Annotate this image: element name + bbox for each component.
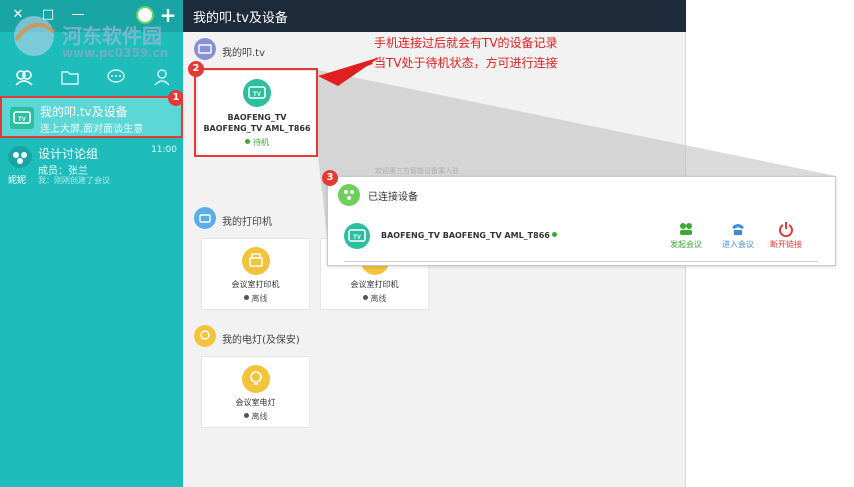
start-meeting-label: 发起会议 [670, 240, 702, 249]
annotation-line-2: 当TV处于待机状态，方可进行连接 [374, 56, 558, 70]
printer-name: 会议室打印机 [231, 280, 280, 289]
connected-devices-popup: 已连接设备 TV BAOFENG_TV BAOFENG_TV AML_T866 … [327, 176, 836, 266]
tab-contacts[interactable] [14, 68, 34, 86]
section-label-light: 我的电灯(及保安) [222, 335, 300, 346]
tv-section-icon [194, 38, 216, 60]
start-meeting-button[interactable]: 发起会议 [666, 221, 706, 250]
printer-status: 离线 [321, 293, 428, 304]
printer-section-icon [194, 207, 216, 229]
tab-files[interactable] [60, 68, 80, 86]
tab-messages[interactable] [106, 68, 126, 86]
step-badge-1: 1 [168, 90, 184, 106]
svg-text:TV: TV [353, 235, 361, 241]
chat-icon [107, 69, 125, 83]
power-icon [779, 222, 793, 237]
light-section-icon [194, 325, 216, 347]
connected-icon [338, 184, 360, 206]
sidebar-item-title: 设计讨论组 [38, 147, 99, 161]
printer-status: 离线 [202, 293, 309, 304]
sidebar: ✕ □ — + TV 我的叩.tv及设备 连上大屏,面对面谈生意 1 设计讨论组… [0, 0, 184, 487]
person-icon [154, 69, 170, 86]
tv-icon: TV [10, 107, 34, 129]
status-dot [243, 413, 249, 418]
folder-icon [61, 71, 79, 85]
popup-divider [344, 261, 818, 262]
page-title: 我的叩.tv及设备 [193, 11, 288, 26]
tv-icon: TV [344, 223, 370, 249]
sidebar-item-preview: 我：刚刚创建了会议 [38, 176, 110, 185]
join-meeting-icon [732, 224, 744, 235]
group-icon [8, 146, 32, 168]
printer-name: 会议室打印机 [350, 280, 399, 289]
sidebar-item-design-group[interactable]: 设计讨论组 11:00 成员：张兰 我：刚刚创建了会议 妮妮 [0, 140, 183, 186]
status-dot [551, 232, 557, 237]
connected-device-name: BAOFENG_TV BAOFENG_TV AML_T866 [381, 231, 560, 240]
welcome-text: 欢迎第三方智能设备乘入驻 [375, 167, 459, 175]
sidebar-item-title: 我的叩.tv及设备 [40, 105, 128, 119]
watermark-url: www.pc0359.cn [62, 46, 169, 60]
watermark-title: 河东软件园 [62, 24, 162, 48]
sidebar-item-time: 11:00 [151, 145, 177, 155]
join-meeting-label: 进入会议 [722, 240, 754, 249]
printer-card[interactable]: 会议室打印机 离线 [201, 238, 310, 310]
sidebar-item-owner: 妮妮 [8, 176, 27, 186]
status-text: 离线 [370, 294, 387, 303]
main-header: 我的叩.tv及设备 [183, 0, 686, 32]
light-name: 会议室电灯 [235, 398, 276, 407]
popup-title: 已连接设备 [368, 192, 418, 203]
svg-text:TV: TV [18, 117, 26, 123]
disconnect-button[interactable]: 断开链接 [766, 221, 806, 250]
status-text: 离线 [251, 412, 268, 421]
status-dot [362, 295, 368, 300]
highlight-box-tv [194, 68, 318, 157]
annotation-text: 手机连接过后就会有TV的设备记录 当TV处于待机状态，方可进行连接 [374, 33, 558, 73]
printer-icon [241, 247, 270, 275]
step-badge-3: 3 [322, 170, 338, 186]
device-name-text: BAOFENG_TV BAOFENG_TV AML_T866 [381, 231, 550, 240]
status-text: 离线 [251, 294, 268, 303]
people-icon [15, 70, 33, 86]
sidebar-item-subtitle: 连上大屏,面对面谈生意 [40, 124, 144, 135]
light-status: 离线 [202, 411, 309, 422]
section-label-tv: 我的叩.tv [222, 48, 266, 59]
watermark-logo [14, 16, 56, 56]
sidebar-item-tv-devices[interactable]: TV 我的叩.tv及设备 连上大屏,面对面谈生意 [0, 96, 183, 138]
sidebar-tabs [0, 64, 183, 90]
join-meeting-button[interactable]: 进入会议 [718, 221, 758, 250]
disconnect-label: 断开链接 [770, 240, 802, 249]
lightbulb-icon [241, 365, 270, 393]
section-label-printer: 我的打印机 [222, 217, 272, 228]
start-meeting-icon [680, 223, 692, 235]
annotation-line-1: 手机连接过后就会有TV的设备记录 [374, 36, 558, 50]
tab-profile[interactable] [152, 68, 172, 86]
step-badge-2: 2 [188, 61, 204, 77]
light-card[interactable]: 会议室电灯 离线 [201, 356, 310, 428]
status-dot [243, 295, 249, 300]
